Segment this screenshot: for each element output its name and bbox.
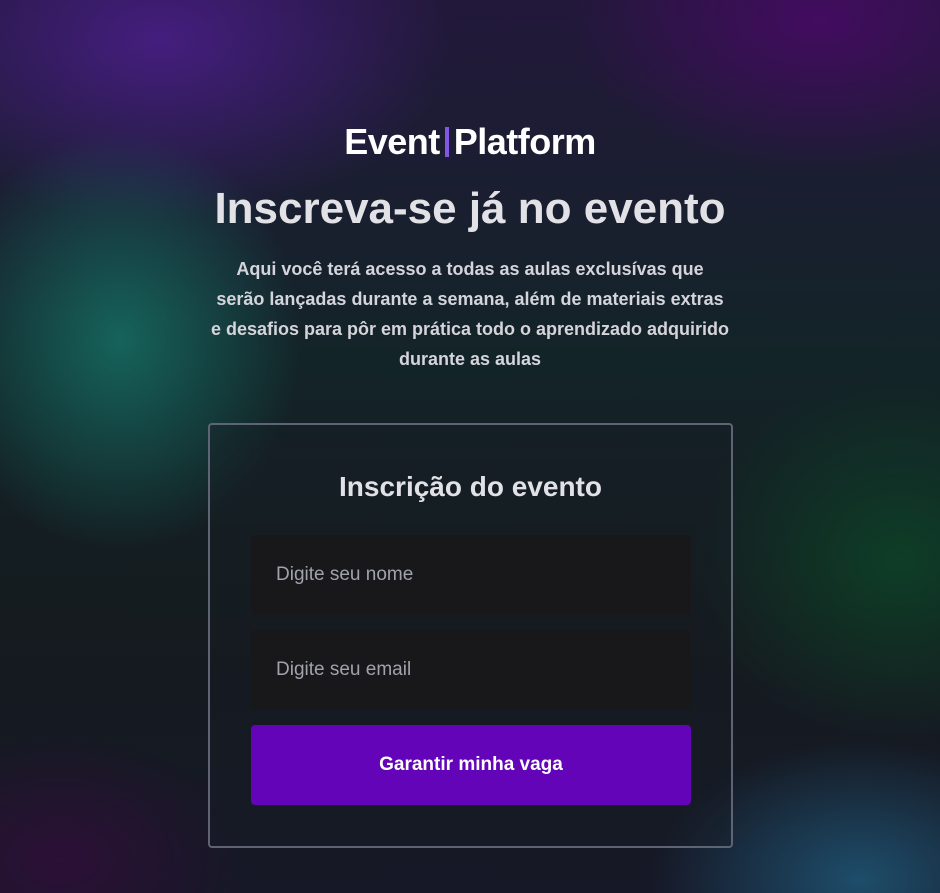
logo-text-platform: Platform <box>453 121 597 162</box>
page-description: Aqui você terá acesso a todas as aulas e… <box>210 259 730 369</box>
logo-separator <box>444 127 449 157</box>
email-input[interactable] <box>251 630 691 710</box>
signup-form: Inscrição do evento Garantir minha vaga <box>208 423 733 848</box>
logo-text-event: Event <box>344 121 440 162</box>
submit-button[interactable]: Garantir minha vaga <box>251 725 691 805</box>
name-input[interactable] <box>251 535 691 615</box>
form-title: Inscrição do evento <box>339 471 602 502</box>
logo: Event Platform <box>0 122 940 162</box>
signup-page: Event Platform Inscreva-se já no evento A… <box>0 0 940 893</box>
page-title: Inscreva-se já no evento <box>214 184 726 233</box>
